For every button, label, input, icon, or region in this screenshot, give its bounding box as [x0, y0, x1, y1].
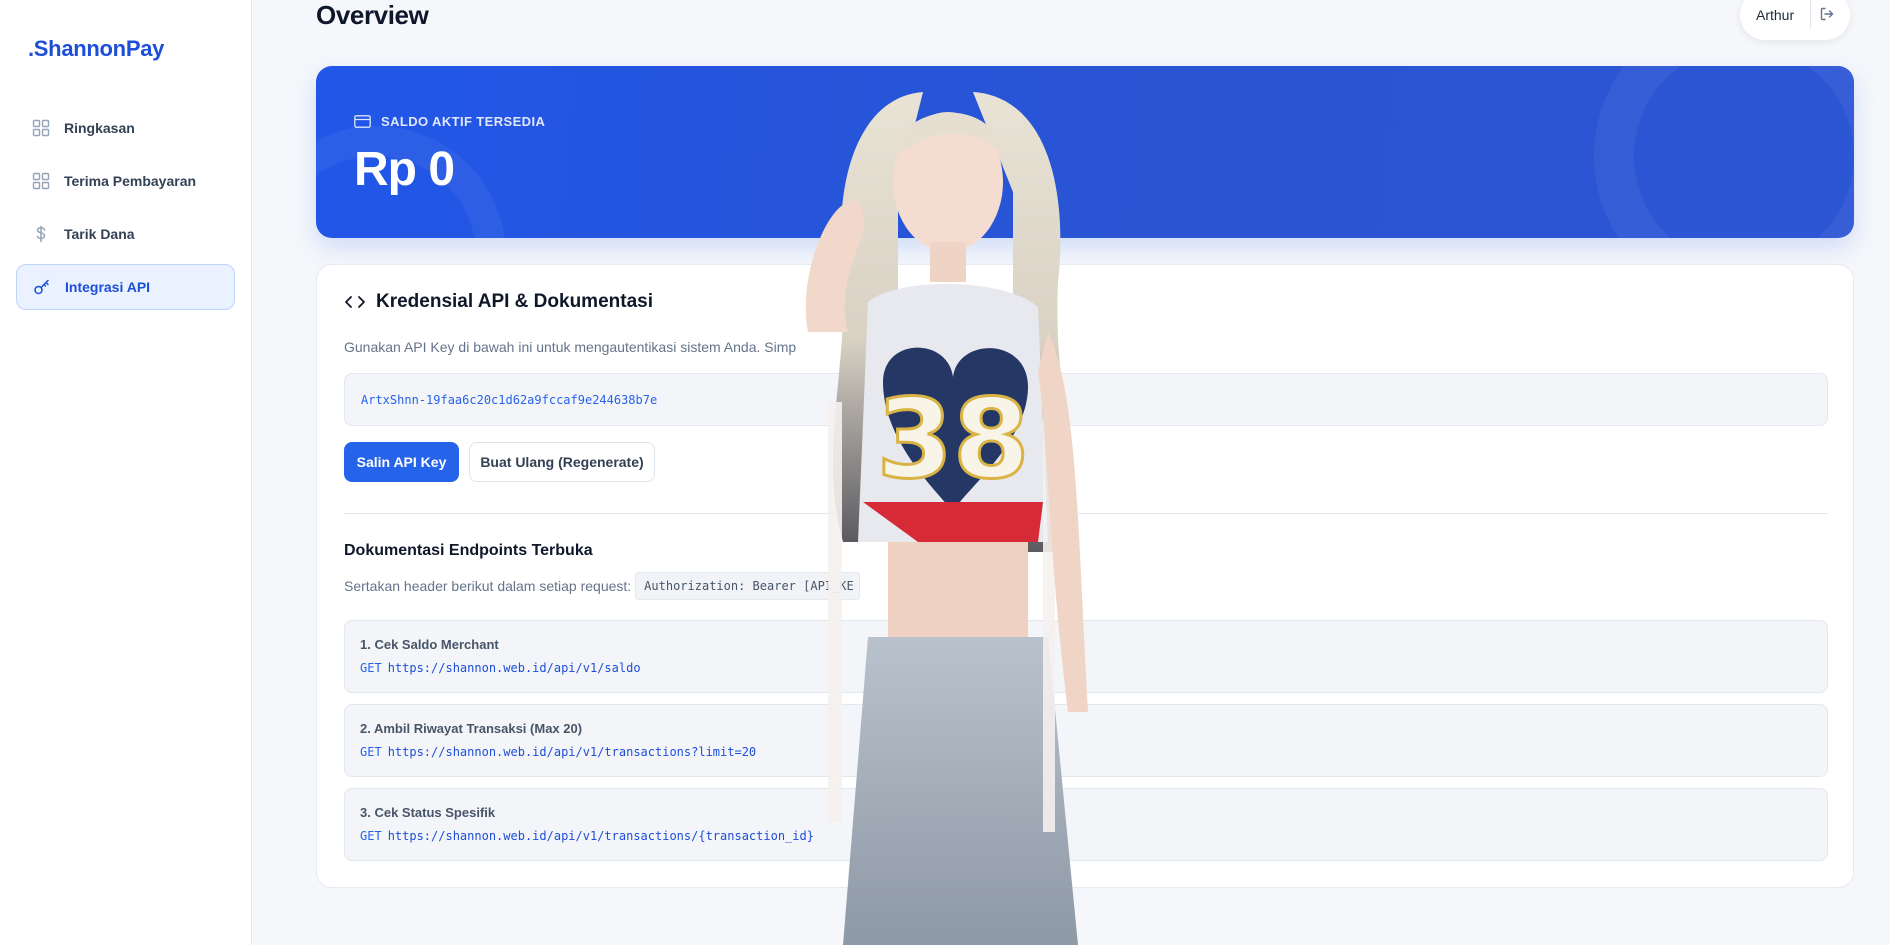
code-icon [344, 294, 366, 310]
sidebar-item-tarik-dana[interactable]: Tarik Dana [16, 211, 235, 257]
endpoint-url[interactable]: GET https://shannon.web.id/api/v1/transac… [360, 829, 814, 843]
regenerate-api-key-button[interactable]: Buat Ulang (Regenerate) [469, 442, 655, 482]
endpoint-url[interactable]: GET https://shannon.web.id/api/v1/saldo [360, 661, 641, 675]
page-title: Overview [316, 0, 429, 30]
api-card-title: Kredensial API & Dokumentasi [376, 291, 653, 312]
copy-api-key-button[interactable]: Salin API Key [344, 442, 459, 482]
endpoint-method: GET [360, 661, 382, 675]
endpoint-url[interactable]: GET https://shannon.web.id/api/v1/transac… [360, 745, 756, 759]
balance-value: Rp 0 [354, 143, 455, 196]
api-key-value[interactable]: ArtxShnn-19faa6c20c1d62a9fccaf9e244638b7… [361, 393, 657, 407]
endpoint-method: GET [360, 745, 382, 759]
jersey-number: 38 [876, 375, 1029, 503]
user-name: Arthur [1756, 7, 1795, 23]
balance-label: SALDO AKTIF TERSEDIA [354, 114, 545, 129]
endpoint-path: https://shannon.web.id/api/v1/saldo [387, 661, 641, 675]
sidebar-item-label: Integrasi API [65, 279, 151, 295]
endpoint-method: GET [360, 829, 382, 843]
sidebar-item-label: Ringkasan [64, 120, 135, 136]
api-card-header: Kredensial API & Dokumentasi [344, 291, 653, 313]
dollar-icon [32, 225, 50, 243]
docs-note-text: Sertakan header berikut dalam setiap req… [344, 578, 632, 594]
sidebar-item-terima-pembayaran[interactable]: Terima Pembayaran [16, 158, 235, 204]
sidebar-item-integrasi-api[interactable]: Integrasi API [16, 264, 235, 310]
logout-icon [1819, 6, 1835, 22]
sidebar-item-ringkasan[interactable]: Ringkasan [16, 105, 235, 151]
logout-button[interactable] [1810, 0, 1842, 29]
sidebar-item-label: Terima Pembayaran [64, 173, 197, 189]
overlay-person-photo: 38 [748, 72, 1168, 945]
grid-icon [32, 172, 50, 190]
sidebar-nav: Ringkasan Terima Pembayaran Tarik Dana I… [16, 105, 235, 317]
endpoint-title: 1. Cek Saldo Merchant [360, 637, 499, 652]
grid-icon [32, 119, 50, 137]
api-description: Gunakan API Key di bawah ini untuk menga… [344, 339, 797, 355]
user-menu[interactable]: Arthur [1740, 0, 1850, 40]
key-icon [33, 278, 51, 296]
endpoint-title: 3. Cek Status Spesifik [360, 805, 496, 820]
sidebar-item-label: Tarik Dana [64, 226, 135, 242]
decorative-circle [1594, 66, 1854, 238]
endpoint-path: https://shannon.web.id/api/v1/transactio… [387, 745, 757, 759]
sidebar: .ShannonPay Ringkasan Terima Pembayaran … [0, 0, 252, 945]
credit-card-icon [354, 115, 371, 128]
brand-logo[interactable]: .ShannonPay [28, 36, 164, 62]
docs-title: Dokumentasi Endpoints Terbuka [344, 542, 593, 559]
balance-label-text: SALDO AKTIF TERSEDIA [381, 114, 546, 129]
endpoint-title: 2. Ambil Riwayat Transaksi (Max 20) [360, 721, 583, 736]
